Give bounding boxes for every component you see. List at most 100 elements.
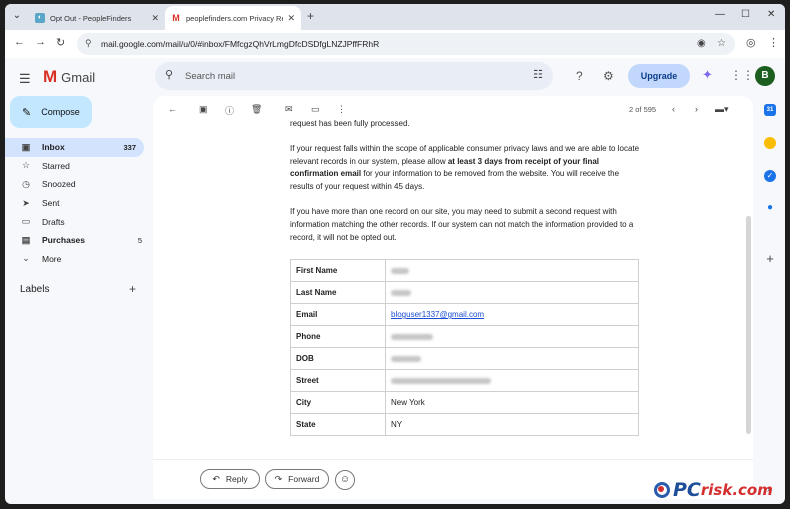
forward-label: Forward <box>288 474 320 484</box>
add-label-icon[interactable]: + <box>129 282 136 296</box>
request-details-table: First Name Last Name Email bloguser1337@gma… <box>290 259 639 436</box>
new-tab-icon[interactable]: + <box>307 9 314 23</box>
main-menu-icon[interactable]: ☰ <box>19 71 31 87</box>
account-avatar[interactable]: B <box>755 66 775 86</box>
tab-title: Opt Out - PeopleFinders <box>50 13 132 23</box>
mark-unread-icon[interactable]: ✉ <box>285 104 293 115</box>
settings-gear-icon[interactable]: ⚙ <box>603 69 614 83</box>
contacts-icon[interactable]: ● <box>764 202 776 214</box>
tab-peoplefinders[interactable]: ◐ Opt Out - PeopleFinders ✕ <box>29 6 165 30</box>
close-window-icon[interactable]: ✕ <box>767 9 775 20</box>
tab-strip: ⌄ ◐ Opt Out - PeopleFinders ✕ M peoplefi… <box>5 4 785 30</box>
sidebar-item-label: Inbox <box>42 142 65 153</box>
browser-menu-icon[interactable]: ⋮ <box>768 36 779 49</box>
gemini-sparkle-icon[interactable]: ✦ <box>702 67 713 83</box>
gmail-m-icon: M <box>43 67 58 86</box>
browser-window: ⌄ ◐ Opt Out - PeopleFinders ✕ M peoplefi… <box>5 4 785 504</box>
minimize-icon[interactable]: — <box>715 9 725 20</box>
reload-icon[interactable]: ↻ <box>56 36 65 49</box>
field-name: Last Name <box>290 281 386 304</box>
table-row: DOB <box>290 347 639 370</box>
table-row: City New York <box>290 391 639 414</box>
table-row: Street <box>290 369 639 392</box>
field-name: DOB <box>290 347 386 370</box>
redacted-value <box>391 333 433 340</box>
sidebar-item-purchases[interactable]: ▤ Purchases 5 <box>5 231 150 250</box>
site-info-icon[interactable]: ⚲ <box>85 38 92 49</box>
redacted-value <box>391 289 411 296</box>
upgrade-button[interactable]: Upgrade <box>628 64 690 88</box>
reply-label: Reply <box>225 474 248 484</box>
sidebar-item-label: Sent <box>42 198 60 209</box>
eye-icon[interactable]: ◉ <box>697 38 706 49</box>
sidebar-item-snoozed[interactable]: ◷ Snoozed <box>5 175 150 194</box>
tasks-icon[interactable]: ✓ <box>764 170 776 182</box>
move-to-icon[interactable]: ▭ <box>311 104 320 115</box>
pencil-icon: ✎ <box>22 106 32 119</box>
input-tools-icon[interactable]: ▬▾ <box>715 104 729 115</box>
sidebar-item-label: Snoozed <box>42 179 76 190</box>
sidebar-item-sent[interactable]: ➤ Sent <box>5 194 150 213</box>
compose-button[interactable]: ✎ Compose <box>10 96 92 128</box>
email-paragraph: request has been fully processed. <box>290 119 410 128</box>
email-paragraph: If you have more than one record on our … <box>290 206 634 242</box>
sidebar-item-label: More <box>42 253 62 264</box>
back-to-inbox-icon[interactable]: ← <box>168 104 177 114</box>
table-row: Email bloguser1337@gmail.com <box>290 303 639 326</box>
more-options-icon[interactable]: ⋮ <box>337 104 346 115</box>
archive-icon[interactable]: ▣ <box>199 104 208 115</box>
purchases-icon: ▤ <box>21 234 31 245</box>
field-value: New York <box>385 391 639 414</box>
sidebar-item-drafts[interactable]: ▭ Drafts <box>5 212 150 231</box>
chevron-down-icon: ⌄ <box>22 253 30 264</box>
field-value <box>385 325 639 348</box>
watermark-risk-text: risk.com <box>700 481 773 499</box>
message-panel: ← ▣ ⓘ 🗑 ✉ ▭ ⋮ 2 of 595 ‹ › ▬▾ request ha… <box>153 96 753 499</box>
reply-button[interactable]: ↶ Reply <box>200 469 260 489</box>
forward-icon[interactable]: → <box>35 36 46 48</box>
email-paragraph: If your request falls within the scope o… <box>290 143 640 192</box>
emoji-reaction-icon[interactable]: ☺ <box>335 470 355 490</box>
older-icon[interactable]: ‹ <box>672 104 675 114</box>
profile-icon[interactable]: ◎ <box>746 36 756 49</box>
close-tab-icon[interactable]: ✕ <box>151 13 159 24</box>
forward-icon: ↷ <box>274 473 283 484</box>
table-row: State NY <box>290 413 639 436</box>
newer-icon[interactable]: › <box>695 104 698 114</box>
field-name: Phone <box>290 325 386 348</box>
address-bar[interactable]: ⚲ mail.google.com/mail/u/0/#inbox/FMfcgz… <box>77 33 735 55</box>
sidebar-item-starred[interactable]: ☆ Starred <box>5 157 150 176</box>
forward-button[interactable]: ↷ Forward <box>265 469 329 489</box>
field-value: NY <box>385 413 639 436</box>
help-icon[interactable]: ? <box>576 69 583 83</box>
reply-icon: ↶ <box>212 473 220 484</box>
redacted-value <box>391 355 421 362</box>
email-body: request has been fully processed. If you… <box>290 118 640 256</box>
peoplefinders-favicon-icon: ◐ <box>35 13 45 23</box>
table-row: First Name <box>290 259 639 282</box>
maximize-icon[interactable]: ☐ <box>741 9 750 20</box>
sidebar-item-inbox[interactable]: ▣ Inbox 337 <box>5 138 144 157</box>
report-spam-icon[interactable]: ⓘ <box>225 104 234 117</box>
get-addons-icon[interactable]: + <box>764 252 776 265</box>
field-value <box>385 259 639 282</box>
email-link[interactable]: bloguser1337@gmail.com <box>391 310 484 319</box>
tab-gmail[interactable]: M peoplefinders.com Privacy Req ✕ <box>165 6 301 30</box>
search-options-icon[interactable]: ☷ <box>533 68 543 81</box>
search-input[interactable] <box>185 68 485 84</box>
sidebar-item-label: Starred <box>42 160 70 171</box>
search-icon[interactable]: ⚲ <box>165 68 173 81</box>
gmail-logo[interactable]: M Gmail <box>43 67 95 87</box>
keep-icon[interactable] <box>764 137 776 149</box>
scrollbar[interactable] <box>746 216 751 434</box>
google-apps-icon[interactable]: ⋮⋮ <box>730 68 754 82</box>
sidebar-item-more[interactable]: ⌄ More <box>5 250 150 269</box>
unread-count: 337 <box>123 142 136 152</box>
calendar-icon[interactable]: 31 <box>764 104 776 116</box>
tab-search-icon[interactable]: ⌄ <box>9 8 25 24</box>
delete-icon[interactable]: 🗑 <box>251 104 262 115</box>
back-icon[interactable]: ← <box>14 36 25 48</box>
close-tab-icon[interactable]: ✕ <box>287 13 295 24</box>
sidebar-nav: ▣ Inbox 337 ☆ Starred ◷ Snoozed ➤ Sent ▭… <box>5 138 150 268</box>
bookmark-star-icon[interactable]: ☆ <box>717 38 726 49</box>
